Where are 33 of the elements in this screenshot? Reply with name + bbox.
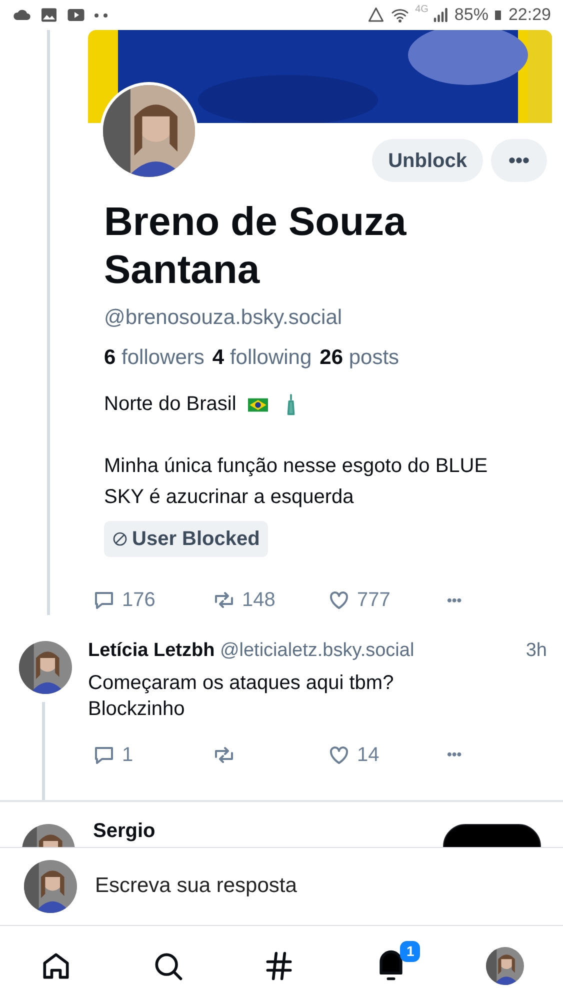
profile-stat: 26 posts: [320, 344, 400, 370]
reply-count: 176: [122, 588, 156, 613]
wifi-icon: [389, 6, 412, 24]
author-name: Sergio: [93, 818, 156, 844]
post-text: Começaram os ataques aqui tbm? Blockzinho: [88, 670, 395, 722]
author-name: Letícia Letzbh: [88, 640, 215, 661]
more-button[interactable]: •••: [491, 139, 547, 182]
image-icon: [40, 6, 58, 24]
profile-stat: 6 followers: [104, 344, 204, 370]
signal-icon: [432, 6, 450, 24]
more-button[interactable]: •••: [447, 590, 462, 610]
blocked-icon: [112, 531, 128, 547]
repost-count: 148: [242, 588, 276, 613]
like-count: 777: [357, 588, 390, 613]
bio-text: Norte do Brasil: [104, 392, 236, 417]
profile-handle: @brenosouza.bsky.social: [104, 305, 344, 331]
more-icon: [94, 12, 108, 18]
post-time: 3h: [526, 639, 547, 663]
author-handle: @leticialetz.bsky.social: [220, 640, 414, 661]
video-icon: [66, 6, 86, 24]
blocked-badge: User Blocked: [104, 521, 268, 557]
profile-stat: 4 following: [212, 344, 312, 370]
profile-name: Breno de Souza Santana: [104, 199, 408, 294]
clock: 22:29: [508, 4, 551, 26]
battery-level: 85%: [454, 4, 488, 26]
more-button[interactable]: •••: [447, 744, 462, 765]
network-label: 4G: [415, 3, 428, 18]
like-count: 14: [357, 742, 380, 768]
unblock-button[interactable]: Unblock: [372, 139, 483, 182]
notification-badge: 1: [400, 941, 420, 962]
reply-count: 1: [122, 742, 134, 768]
bio-text: Minha única função nesse esgoto do BLUE SKY é azucrinar a esquerda: [104, 454, 489, 510]
profile-avatar[interactable]: [486, 947, 524, 985]
